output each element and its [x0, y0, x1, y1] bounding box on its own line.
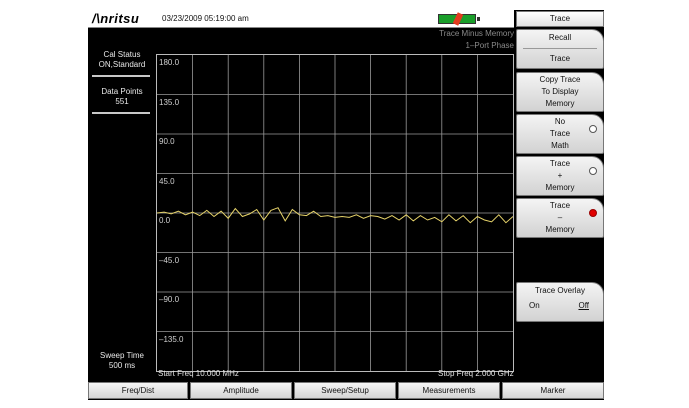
y-axis-label: 135.0	[159, 97, 180, 107]
trace-plus-memory-button[interactable]: Trace + Memory	[516, 156, 604, 196]
recall-label-2: Trace	[549, 54, 571, 63]
battery-tip	[477, 17, 480, 21]
copy-label-1: Copy Trace	[539, 75, 581, 84]
recall-label-1: Recall	[548, 33, 572, 42]
radio-off-icon	[589, 125, 597, 133]
radio-on-icon	[589, 209, 597, 217]
y-axis-label: –90.0	[159, 295, 180, 304]
brand-logo: /\nritsu	[92, 11, 140, 26]
minus-label-3: Memory	[545, 225, 575, 234]
trace-mode-label: Trace Minus Memory	[439, 29, 514, 38]
plus-label-3: Memory	[545, 183, 575, 192]
trace-minus-memory-button[interactable]: Trace – Memory	[516, 198, 604, 238]
marker-button[interactable]: Marker	[502, 382, 604, 399]
softkey-panel: Trace Recall Trace Copy Trace To Display…	[514, 10, 604, 381]
main-menu-bar: Freq/Dist Amplitude Sweep/Setup Measurem…	[88, 381, 604, 400]
divider	[92, 112, 150, 114]
graph-area[interactable]: 180.0 135.0 90.0 45.0 0.0 –45.0 –90.0 –135.0	[156, 54, 514, 372]
copy-trace-to-memory-button[interactable]: Copy Trace To Display Memory	[516, 72, 604, 112]
sweep-time: Sweep Time 500 ms	[88, 351, 156, 371]
sweep-time-value: 500 ms	[108, 361, 136, 370]
sweep-time-label: Sweep Time	[99, 351, 145, 360]
overlay-label: Trace Overlay	[535, 286, 585, 295]
freq-dist-button[interactable]: Freq/Dist	[88, 382, 188, 399]
divider	[92, 75, 150, 77]
overlay-on-option[interactable]: On	[529, 301, 540, 310]
measurement-type-label: 1–Port Phase	[465, 41, 514, 50]
radio-off-icon	[589, 167, 597, 175]
cal-status-label: Cal Status	[103, 50, 141, 59]
data-points: Data Points 551	[88, 87, 156, 107]
y-axis-label: –135.0	[159, 334, 184, 344]
copy-label-3: Memory	[545, 99, 575, 108]
sweep-setup-button[interactable]: Sweep/Setup	[294, 382, 396, 399]
charging-icon	[452, 12, 464, 26]
nomath-label-3: Math	[551, 141, 569, 150]
amplitude-button[interactable]: Amplitude	[190, 382, 292, 399]
overlay-off-option[interactable]: Off	[578, 301, 589, 310]
battery-icon	[438, 12, 476, 26]
status-bar: /\nritsu 03/23/2009 05:19:00 am	[88, 10, 514, 28]
y-axis-label: –45.0	[159, 255, 180, 265]
overlay-options: On Off	[517, 297, 603, 310]
measurements-button[interactable]: Measurements	[398, 382, 500, 399]
left-info-panel: Cal Status ON,Standard Data Points 551 S…	[88, 29, 156, 381]
instrument-screen: /\nritsu 03/23/2009 05:19:00 am Cal Stat…	[88, 10, 604, 400]
y-axis-label: 45.0	[159, 176, 175, 186]
stop-freq-label: Stop Freq 2.000 GHz	[438, 369, 514, 378]
start-freq-label: Start Freq 10.000 MHz	[158, 369, 239, 378]
data-points-value: 551	[115, 97, 129, 106]
data-points-label: Data Points	[101, 87, 143, 96]
cal-status-value: ON,Standard	[98, 60, 146, 69]
no-trace-math-button[interactable]: No Trace Math	[516, 114, 604, 154]
divider	[523, 48, 597, 49]
trace-overlay-toggle[interactable]: Trace Overlay On Off	[516, 282, 604, 322]
graph-canvas	[157, 55, 513, 371]
softkey-menu-title: Trace	[516, 11, 604, 27]
y-axis-label: 90.0	[159, 137, 175, 146]
y-axis-label: 180.0	[159, 58, 180, 67]
y-axis-label: 0.0	[159, 216, 171, 225]
cal-status: Cal Status ON,Standard	[88, 50, 156, 70]
datetime: 03/23/2009 05:19:00 am	[162, 14, 249, 23]
copy-label-2: To Display	[541, 87, 579, 96]
recall-trace-button[interactable]: Recall Trace	[516, 29, 604, 69]
